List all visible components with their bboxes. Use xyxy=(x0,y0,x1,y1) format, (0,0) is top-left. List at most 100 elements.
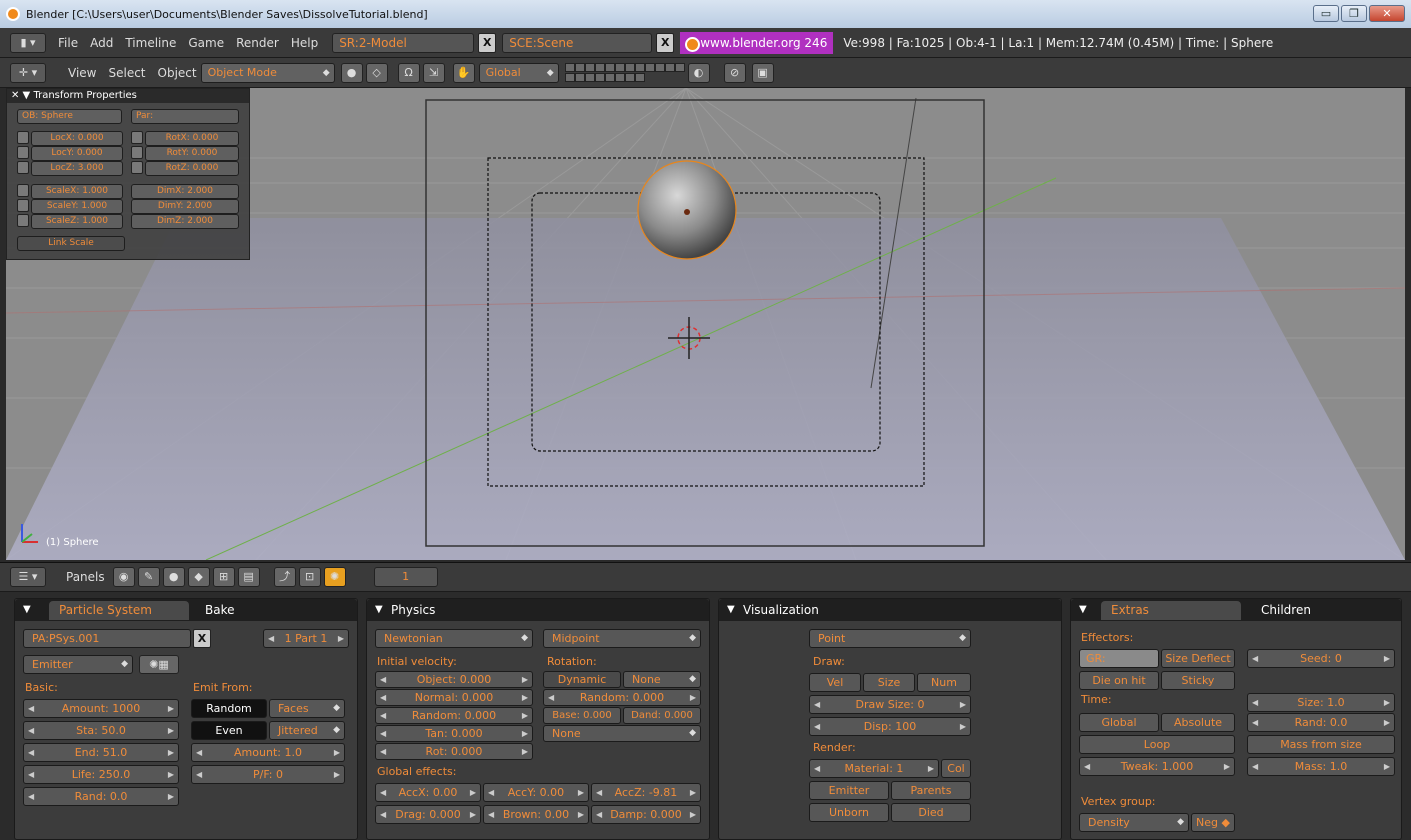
seed-field[interactable]: ◀ Seed: 0 ▶ xyxy=(1247,649,1395,668)
distribution-menu[interactable]: Jittered ◆ xyxy=(269,721,345,740)
menu-timeline[interactable]: Timeline xyxy=(125,36,176,50)
maximize-button[interactable]: ❐ xyxy=(1341,5,1367,22)
normal-velocity-field[interactable]: ◀ Normal: 0.000 ▶ xyxy=(375,689,533,706)
particle-settings-slot[interactable]: ◀ 1 Part 1 ▶ xyxy=(263,629,349,648)
num-toggle[interactable]: Num xyxy=(917,673,971,692)
pivot-icon[interactable]: ◇ xyxy=(365,62,388,83)
angular-menu[interactable]: None ◆ xyxy=(543,725,701,742)
script-context-icon[interactable]: ✎ xyxy=(137,567,160,587)
draw-type-icon[interactable]: ● xyxy=(340,62,363,83)
emitter-toggle[interactable]: Emitter xyxy=(809,781,889,800)
object-tab-icon[interactable]: ⤴ xyxy=(273,567,296,587)
editor-type-button[interactable]: ▮ ▾ xyxy=(10,32,46,53)
disp-field[interactable]: ◀ Disp: 100 ▶ xyxy=(809,717,971,736)
unborn-toggle[interactable]: Unborn xyxy=(809,803,889,822)
blender-site-link[interactable]: www.blender.org 246 xyxy=(680,31,834,54)
menu-game[interactable]: Game xyxy=(188,36,224,50)
menu-help[interactable]: Help xyxy=(291,36,318,50)
lock-locx-icon[interactable] xyxy=(17,131,29,144)
global-time-toggle[interactable]: Global xyxy=(1079,713,1159,732)
died-toggle[interactable]: Died xyxy=(891,803,971,822)
accz-field[interactable]: ◀ AccZ: -9.81 ▶ xyxy=(591,783,701,802)
scalez-field[interactable]: ScaleZ: 1.000 xyxy=(31,214,123,229)
locz-field[interactable]: LocZ: 3.000 xyxy=(31,161,123,176)
start-field[interactable]: ◀ Sta: 50.0 ▶ xyxy=(23,721,179,740)
tab-particle-system[interactable]: Particle System xyxy=(49,601,189,620)
visualization-panel-header[interactable]: Visualization xyxy=(719,599,1061,621)
vertex-group-menu[interactable]: Density ◆ xyxy=(1079,813,1189,832)
display-type-menu[interactable]: Point ◆ xyxy=(809,629,971,648)
size-field[interactable]: ◀ Size: 1.0 ▶ xyxy=(1247,693,1395,712)
brown-field[interactable]: ◀ Brown: 0.00 ▶ xyxy=(483,805,589,824)
damp-field[interactable]: ◀ Damp: 0.000 ▶ xyxy=(591,805,701,824)
end-field[interactable]: ◀ End: 51.0 ▶ xyxy=(23,743,179,762)
loop-toggle[interactable]: Loop xyxy=(1079,735,1235,754)
life-field[interactable]: ◀ Life: 250.0 ▶ xyxy=(23,765,179,784)
particle-type-menu[interactable]: Emitter ◆ xyxy=(23,655,133,674)
lock-rotz-icon[interactable] xyxy=(131,161,143,174)
particle-enable-icon[interactable]: ✺▦ xyxy=(139,655,179,674)
dimz-field[interactable]: DimZ: 2.000 xyxy=(131,214,239,229)
mode-selector[interactable]: Object Mode ◆ xyxy=(200,62,335,83)
lock-layers-icon[interactable]: ◐ xyxy=(687,62,710,83)
render-preview-icon[interactable]: ⊘ xyxy=(723,62,746,83)
rot-velocity-field[interactable]: ◀ Rot: 0.000 ▶ xyxy=(375,743,533,760)
tab-children[interactable]: Children xyxy=(1261,601,1311,620)
locy-field[interactable]: LocY: 0.000 xyxy=(31,146,123,161)
lock-scaley-icon[interactable] xyxy=(17,199,29,212)
vel-toggle[interactable]: Vel xyxy=(809,673,861,692)
amount-field[interactable]: ◀ Amount: 1000 ▶ xyxy=(23,699,179,718)
link-scale-button[interactable]: Link Scale xyxy=(17,236,125,251)
menu-file[interactable]: File xyxy=(58,36,78,50)
tan-velocity-field[interactable]: ◀ Tan: 0.000 ▶ xyxy=(375,725,533,742)
manipulator-icon[interactable]: ⇲ xyxy=(422,62,445,83)
pf-field[interactable]: ◀ P/F: 0 ▶ xyxy=(191,765,345,784)
physics-tab-icon[interactable]: ⊡ xyxy=(298,567,321,587)
physics-panel-header[interactable]: Physics xyxy=(367,599,709,621)
parents-toggle[interactable]: Parents xyxy=(891,781,971,800)
lock-scalez-icon[interactable] xyxy=(17,214,29,227)
accx-field[interactable]: ◀ AccX: 0.00 ▶ xyxy=(375,783,481,802)
scalex-field[interactable]: ScaleX: 1.000 xyxy=(31,184,123,199)
lock-rotx-icon[interactable] xyxy=(131,131,143,144)
menu-select[interactable]: Select xyxy=(108,66,145,80)
logic-context-icon[interactable]: ◉ xyxy=(112,567,135,587)
absolute-time-toggle[interactable]: Absolute xyxy=(1161,713,1235,732)
mass-from-size-toggle[interactable]: Mass from size xyxy=(1247,735,1395,754)
delete-scene-button[interactable]: X xyxy=(656,32,675,53)
random-toggle[interactable]: Random xyxy=(191,699,267,718)
extras-panel-header[interactable]: Extras Children xyxy=(1071,599,1401,621)
dimx-field[interactable]: DimX: 2.000 xyxy=(131,184,239,199)
menu-object[interactable]: Object xyxy=(158,66,197,80)
mass-field[interactable]: ◀ Mass: 1.0 ▶ xyxy=(1247,757,1395,776)
lock-locy-icon[interactable] xyxy=(17,146,29,159)
menu-view[interactable]: View xyxy=(68,66,96,80)
dynamic-toggle[interactable]: Dynamic xyxy=(543,671,621,688)
remove-particle-system-button[interactable]: X xyxy=(193,629,211,648)
accy-field[interactable]: ◀ AccY: 0.00 ▶ xyxy=(483,783,589,802)
size-rand-field[interactable]: ◀ Rand: 0.0 ▶ xyxy=(1247,713,1395,732)
close-button[interactable]: ✕ xyxy=(1369,5,1405,22)
snap-icon[interactable]: Ω xyxy=(397,62,420,83)
rotx-field[interactable]: RotX: 0.000 xyxy=(145,131,239,146)
physics-type-menu[interactable]: Newtonian ◆ xyxy=(375,629,533,648)
tweak-field[interactable]: ◀ Tweak: 1.000 ▶ xyxy=(1079,757,1235,776)
col-toggle[interactable]: Col xyxy=(941,759,971,778)
object-velocity-field[interactable]: ◀ Object: 0.000 ▶ xyxy=(375,671,533,688)
jitter-amount-field[interactable]: ◀ Amount: 1.0 ▶ xyxy=(191,743,345,762)
shading-context-icon[interactable]: ● xyxy=(162,567,185,587)
scene-context-icon[interactable]: ▤ xyxy=(237,567,260,587)
minimize-button[interactable]: ▭ xyxy=(1313,5,1339,22)
object-name-field[interactable]: OB: Sphere xyxy=(17,109,122,124)
rand-field[interactable]: ◀ Rand: 0.0 ▶ xyxy=(23,787,179,806)
die-on-hit-toggle[interactable]: Die on hit xyxy=(1079,671,1159,690)
tab-extras[interactable]: Extras xyxy=(1101,601,1241,620)
layer-buttons[interactable] xyxy=(564,62,685,83)
dand-field[interactable]: Dand: 0.000 xyxy=(623,707,701,724)
material-field[interactable]: ◀ Material: 1 ▶ xyxy=(809,759,939,778)
buttons-editor-type-button[interactable]: ☰ ▾ xyxy=(10,567,46,587)
draw-size-field[interactable]: ◀ Draw Size: 0 ▶ xyxy=(809,695,971,714)
rotation-none-menu[interactable]: None ◆ xyxy=(623,671,701,688)
even-toggle[interactable]: Even xyxy=(191,721,267,740)
lock-locz-icon[interactable] xyxy=(17,161,29,174)
